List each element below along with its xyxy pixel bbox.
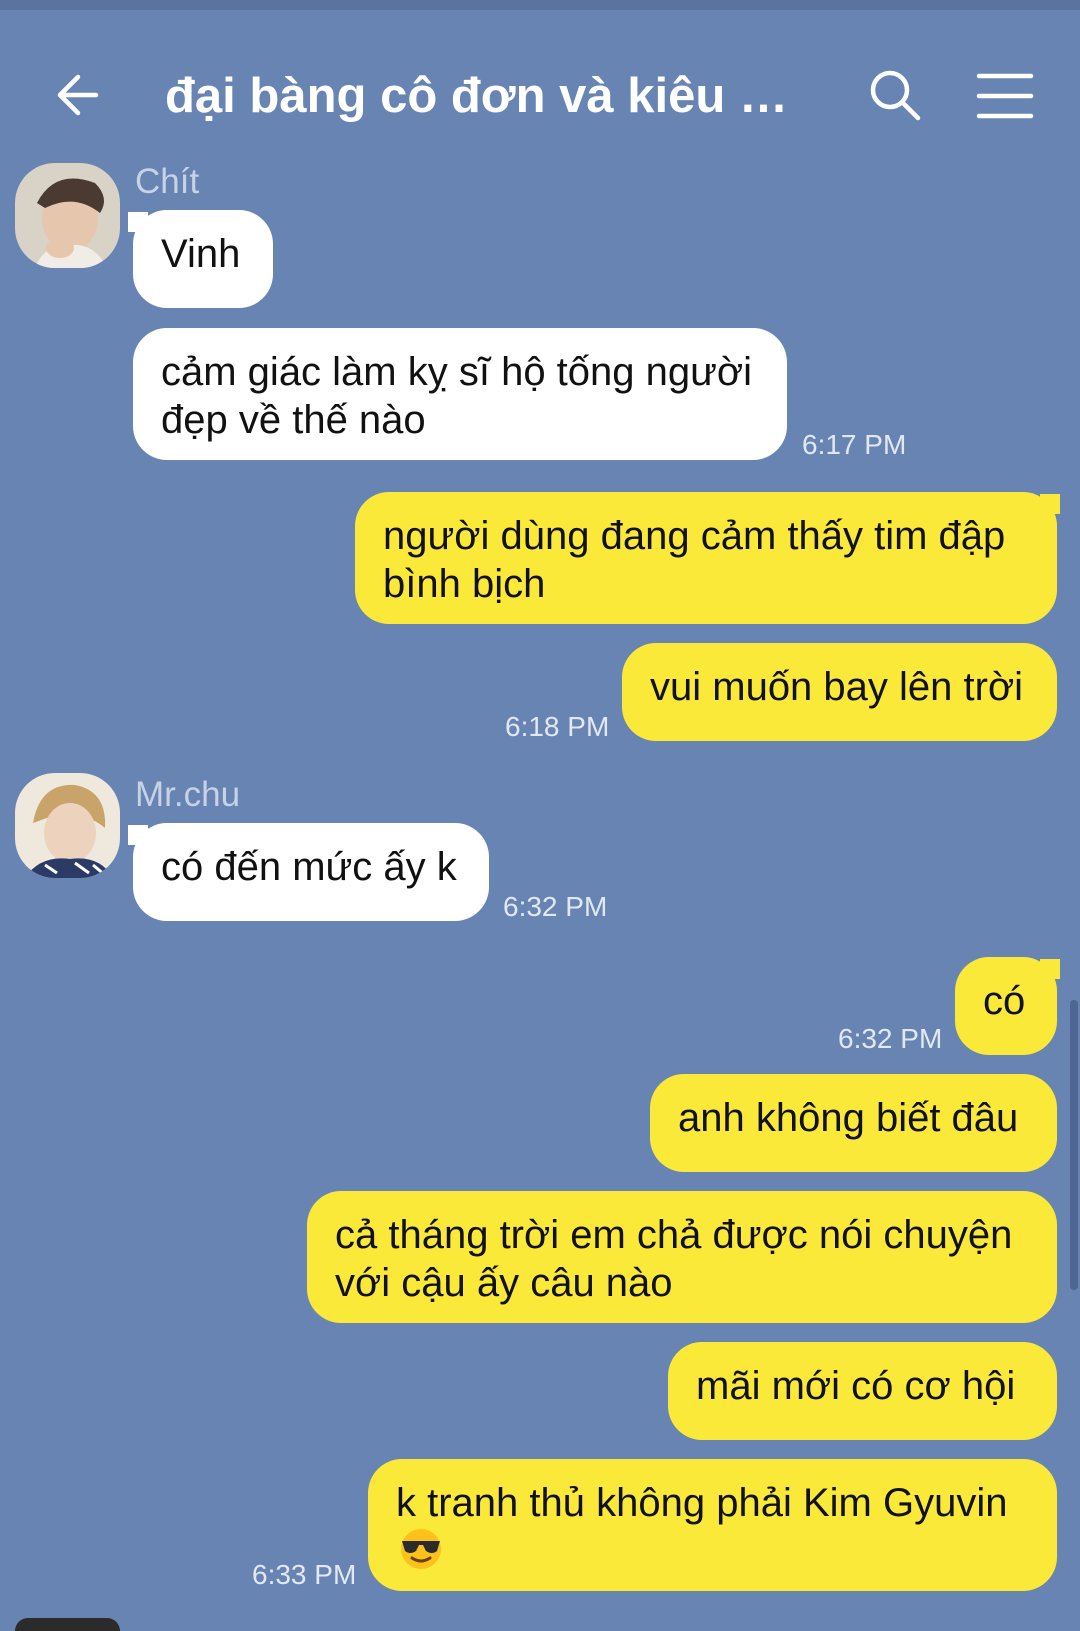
chat-header: đại bàng cô đơn và kiêu hã...: [0, 10, 1080, 150]
status-bar-edge: [0, 0, 1080, 10]
message-bubble-outgoing[interactable]: vui muốn bay lên trời: [622, 643, 1057, 741]
sender-name-chit: Chít: [135, 162, 200, 201]
message-text: cả tháng trời em chả được nói chuyện với…: [335, 1213, 1013, 1305]
message-bubble-outgoing[interactable]: cả tháng trời em chả được nói chuyện với…: [307, 1191, 1057, 1323]
message-text: có đến mức ấy k: [161, 845, 457, 889]
message-text: người dùng đang cảm thấy tim đập bình bị…: [383, 514, 1006, 606]
message-bubble-outgoing[interactable]: mãi mới có cơ hội: [668, 1342, 1057, 1440]
message-text: Vinh: [161, 232, 241, 276]
avatar-partial: [15, 1618, 120, 1631]
message-bubble-incoming[interactable]: cảm giác làm kỵ sĩ hộ tống người đẹp về …: [133, 328, 787, 460]
message-text: vui muốn bay lên trời: [650, 665, 1024, 709]
sender-name-mr-chu: Mr.chu: [135, 775, 241, 814]
message-text: k tranh thủ không phải Kim Gyuvin: [396, 1481, 1008, 1525]
message-text: mãi mới có cơ hội: [696, 1364, 1016, 1408]
chat-title: đại bàng cô đơn và kiêu hã...: [165, 69, 805, 123]
message-text: có: [983, 979, 1026, 1023]
search-icon[interactable]: [868, 68, 924, 124]
message-text: cảm giác làm kỵ sĩ hộ tống người đẹp về …: [161, 350, 753, 442]
scrollbar[interactable]: [1070, 1000, 1078, 1290]
message-timestamp: 6:32 PM: [838, 1023, 943, 1054]
message-bubble-incoming[interactable]: Vinh: [133, 210, 273, 308]
message-timestamp: 6:32 PM: [503, 891, 608, 922]
message-bubble-incoming[interactable]: có đến mức ấy k: [133, 823, 489, 921]
message-bubble-outgoing[interactable]: có: [955, 957, 1057, 1055]
message-timestamp: 6:33 PM: [252, 1559, 357, 1590]
message-timestamp: 6:18 PM: [505, 711, 610, 742]
back-arrow-icon[interactable]: [50, 65, 110, 125]
message-bubble-outgoing[interactable]: anh không biết đâu: [650, 1074, 1057, 1172]
message-bubble-outgoing[interactable]: k tranh thủ không phải Kim Gyuvin: [368, 1459, 1057, 1591]
message-timestamp: 6:17 PM: [802, 429, 907, 460]
message-bubble-outgoing[interactable]: người dùng đang cảm thấy tim đập bình bị…: [355, 492, 1057, 624]
menu-icon[interactable]: [975, 68, 1035, 124]
message-text: anh không biết đâu: [678, 1096, 1019, 1140]
avatar-mr-chu[interactable]: [15, 773, 120, 878]
sunglasses-emoji-icon: [396, 1527, 446, 1582]
avatar-chit[interactable]: [15, 163, 120, 268]
